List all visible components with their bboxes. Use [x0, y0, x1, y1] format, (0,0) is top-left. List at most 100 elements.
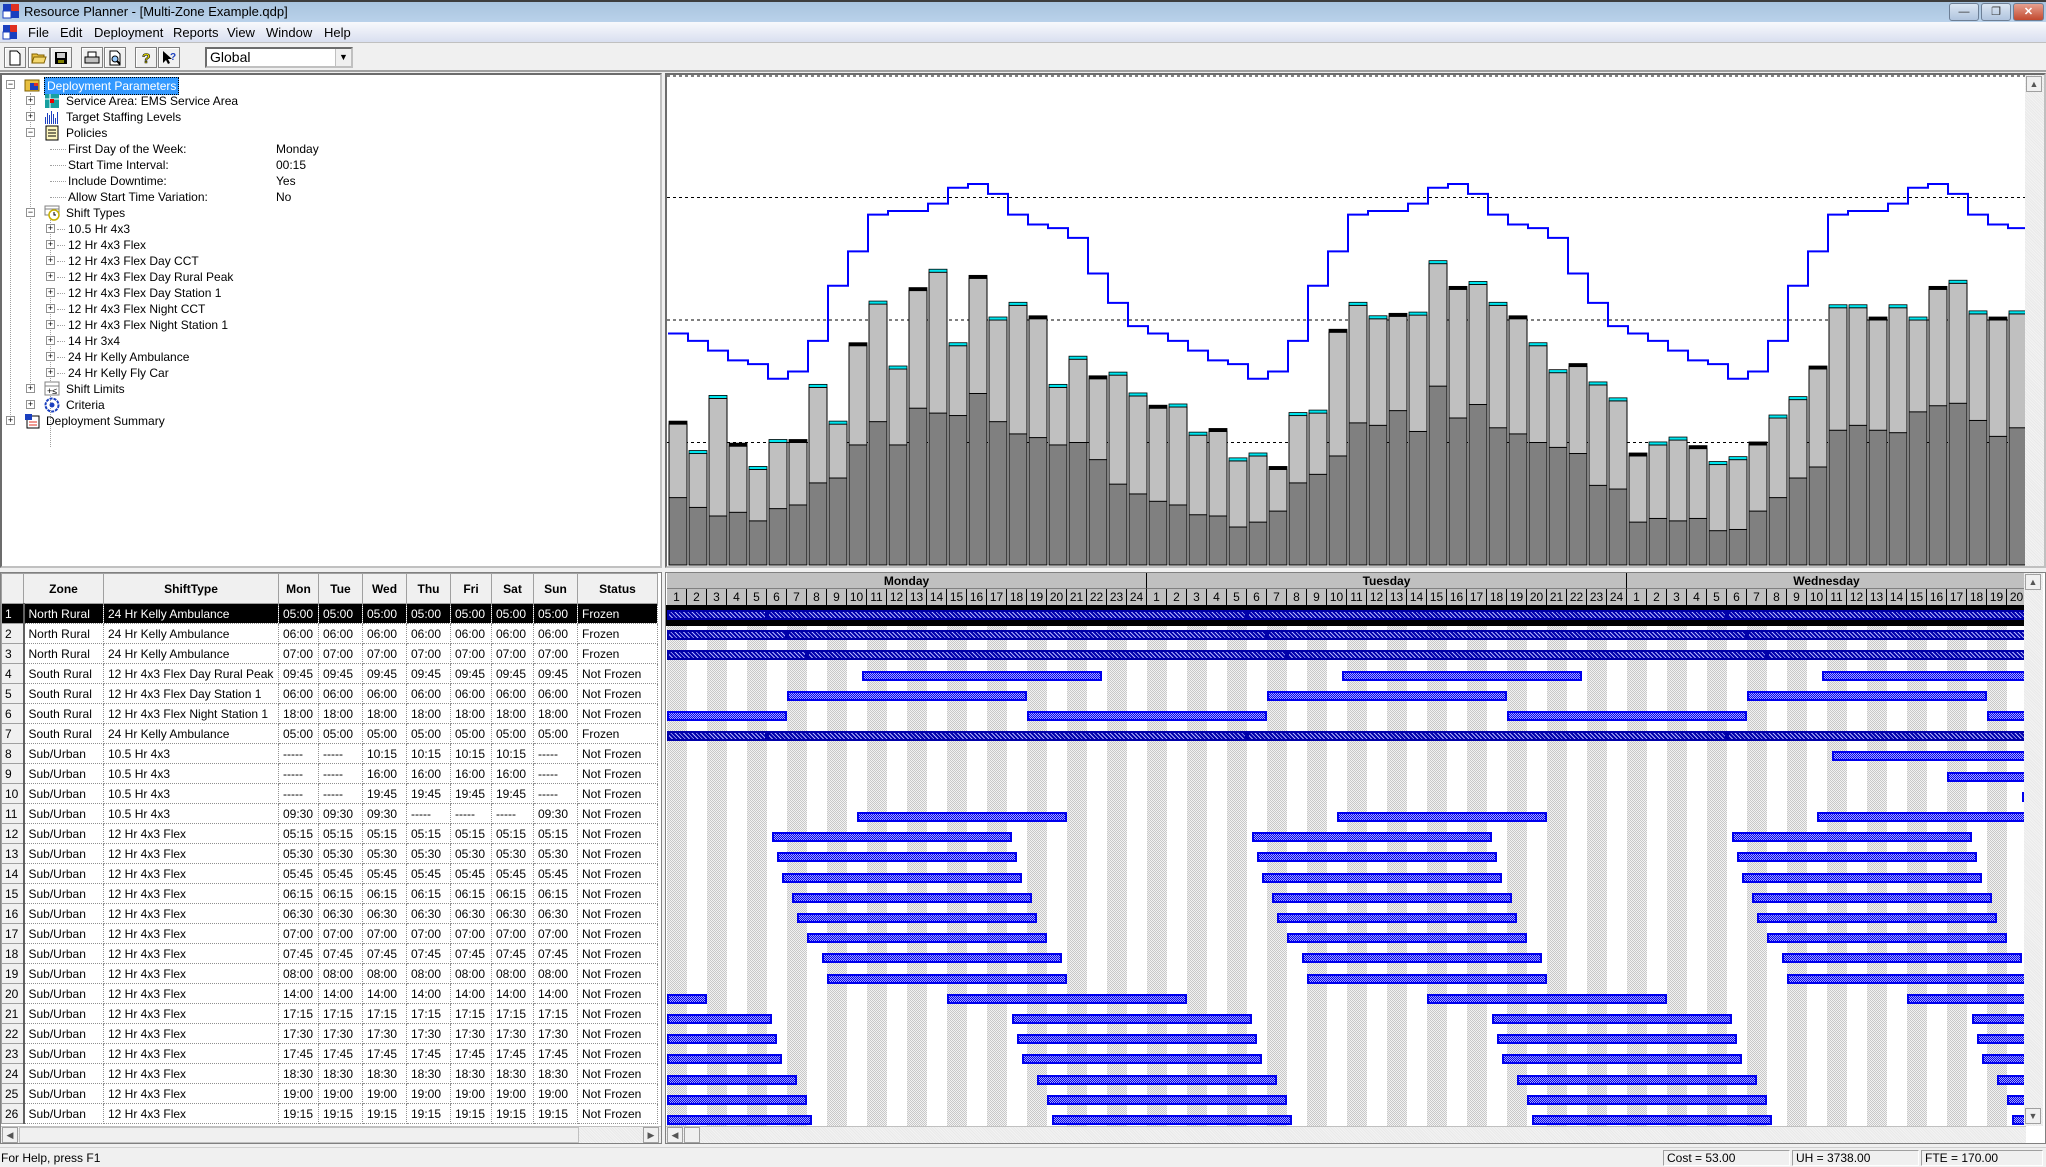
- cell-shifttype[interactable]: 12 Hr 4x3 Flex Day Rural Peak: [103, 663, 279, 684]
- expand-icon[interactable]: +: [26, 96, 35, 105]
- cell-start-time[interactable]: 17:15: [278, 1003, 319, 1024]
- tree-label[interactable]: 12 Hr 4x3 Flex Day Rural Peak: [68, 269, 233, 285]
- shift-bar[interactable]: [1822, 670, 2026, 681]
- cell-start-time[interactable]: 06:30: [491, 903, 534, 924]
- cell-shifttype[interactable]: 12 Hr 4x3 Flex: [103, 1083, 279, 1104]
- expand-icon[interactable]: +: [46, 272, 55, 281]
- cell-start-time[interactable]: 05:15: [278, 823, 319, 844]
- cell-start-time[interactable]: 05:00: [362, 723, 407, 744]
- cell-shifttype[interactable]: 12 Hr 4x3 Flex: [103, 883, 279, 904]
- expand-icon[interactable]: +: [26, 384, 35, 393]
- cell-start-time[interactable]: 17:30: [362, 1023, 407, 1044]
- row-number[interactable]: 20: [1, 983, 25, 1004]
- cell-start-time[interactable]: 05:30: [362, 843, 407, 864]
- cell-shifttype[interactable]: 12 Hr 4x3 Flex: [103, 1003, 279, 1024]
- cell-start-time[interactable]: 09:45: [318, 663, 363, 684]
- cell-status[interactable]: Not Frozen: [577, 763, 658, 784]
- cell-start-time[interactable]: 14:00: [278, 983, 319, 1004]
- row-number[interactable]: 7: [1, 723, 25, 744]
- row-number[interactable]: 5: [1, 683, 25, 704]
- menu-deployment[interactable]: Deployment: [94, 25, 163, 40]
- print-button[interactable]: [81, 47, 103, 68]
- shift-bar[interactable]: [667, 1115, 812, 1125]
- cell-start-time[interactable]: 06:30: [406, 903, 451, 924]
- cell-start-time[interactable]: 18:30: [533, 1063, 578, 1084]
- cell-start-time[interactable]: -----: [318, 743, 363, 764]
- cell-start-time[interactable]: 05:30: [278, 843, 319, 864]
- cell-shifttype[interactable]: 12 Hr 4x3 Flex: [103, 1043, 279, 1064]
- shift-bar[interactable]: [1267, 690, 1507, 701]
- shift-bar[interactable]: [667, 1054, 782, 1065]
- row-number[interactable]: 21: [1, 1003, 25, 1024]
- row-number[interactable]: 3: [1, 643, 25, 664]
- collapse-icon[interactable]: −: [26, 128, 35, 137]
- table-row[interactable]: 15 Sub/Urban 12 Hr 4x3 Flex 06:15 06:15 06:15…: [1, 883, 658, 904]
- cell-start-time[interactable]: 06:30: [362, 903, 407, 924]
- shift-bar[interactable]: [1277, 913, 1517, 923]
- cell-start-time[interactable]: 17:30: [491, 1023, 534, 1044]
- expand-icon[interactable]: +: [46, 224, 55, 233]
- shift-bar[interactable]: [1257, 852, 1497, 863]
- menu-window[interactable]: Window: [266, 25, 312, 40]
- expand-icon[interactable]: +: [46, 256, 55, 265]
- shift-bar[interactable]: [947, 993, 1187, 1004]
- policy-include-downtime[interactable]: Include Downtime: Yes: [50, 173, 350, 189]
- shift-bar[interactable]: [1747, 690, 1987, 701]
- cell-start-time[interactable]: 07:00: [450, 923, 492, 944]
- cell-start-time[interactable]: -----: [406, 803, 451, 824]
- tree-label[interactable]: Policies: [64, 125, 109, 141]
- cell-status[interactable]: Frozen: [577, 643, 658, 664]
- table-row[interactable]: 26 Sub/Urban 12 Hr 4x3 Flex 19:15 19:15 19:15…: [1, 1103, 658, 1124]
- row-number[interactable]: 22: [1, 1023, 25, 1044]
- table-row[interactable]: 3 North Rural 24 Hr Kelly Ambulance 07:00 07…: [1, 643, 658, 664]
- column-header-status[interactable]: Status: [577, 573, 658, 604]
- shift-bar[interactable]: [807, 933, 1047, 944]
- cell-start-time[interactable]: 18:00: [318, 703, 363, 724]
- cell-start-time[interactable]: 05:45: [491, 863, 534, 884]
- grid-horizontal-scrollbar[interactable]: ◀ ▶: [1, 1126, 661, 1143]
- table-row[interactable]: 4 South Rural 12 Hr 4x3 Flex Day Rural Pea…: [1, 663, 658, 684]
- cell-zone[interactable]: Sub/Urban: [23, 1083, 104, 1104]
- cell-zone[interactable]: Sub/Urban: [23, 843, 104, 864]
- cell-zone[interactable]: Sub/Urban: [23, 1063, 104, 1084]
- table-row[interactable]: 23 Sub/Urban 12 Hr 4x3 Flex 17:45 17:45 17:45…: [1, 1043, 658, 1064]
- cell-shifttype[interactable]: 12 Hr 4x3 Flex: [103, 863, 279, 884]
- cell-status[interactable]: Not Frozen: [577, 983, 658, 1004]
- cell-start-time[interactable]: 19:15: [278, 1103, 319, 1124]
- shift-bar[interactable]: [767, 610, 1247, 620]
- cell-start-time[interactable]: 07:00: [318, 643, 363, 664]
- cell-start-time[interactable]: 06:15: [318, 883, 363, 904]
- cell-start-time[interactable]: 19:00: [406, 1083, 451, 1104]
- row-number[interactable]: 16: [1, 903, 25, 924]
- shift-bar[interactable]: [1507, 711, 1747, 721]
- cell-start-time[interactable]: 17:45: [533, 1043, 578, 1064]
- cell-start-time[interactable]: 09:45: [491, 663, 534, 684]
- shift-bar[interactable]: [1747, 630, 2026, 641]
- cell-start-time[interactable]: 17:45: [450, 1043, 492, 1064]
- cell-start-time[interactable]: 19:45: [491, 783, 534, 804]
- menu-reports[interactable]: Reports: [173, 25, 219, 40]
- cell-status[interactable]: Not Frozen: [577, 903, 658, 924]
- shift-bar[interactable]: [1972, 1014, 2026, 1024]
- tree-label[interactable]: 12 Hr 4x3 Flex Night Station 1: [68, 317, 228, 333]
- cell-start-time[interactable]: -----: [278, 743, 319, 764]
- menu-view[interactable]: View: [227, 25, 255, 40]
- cell-zone[interactable]: North Rural: [23, 643, 104, 664]
- zone-select[interactable]: Global ▼: [205, 47, 353, 68]
- shift-bar[interactable]: [667, 1094, 807, 1105]
- expand-icon[interactable]: +: [46, 368, 55, 377]
- cell-start-time[interactable]: 19:15: [406, 1103, 451, 1124]
- cell-start-time[interactable]: 19:45: [362, 783, 407, 804]
- cell-status[interactable]: Not Frozen: [577, 963, 658, 984]
- cell-start-time[interactable]: 17:15: [450, 1003, 492, 1024]
- table-row[interactable]: 16 Sub/Urban 12 Hr 4x3 Flex 06:30 06:30 06:30…: [1, 903, 658, 924]
- cell-start-time[interactable]: 07:00: [406, 923, 451, 944]
- new-button[interactable]: [4, 47, 26, 68]
- deployment-tree[interactable]: − Deployment Parameters + Service Area: …: [0, 73, 662, 568]
- shift-bar[interactable]: [667, 731, 767, 742]
- cell-start-time[interactable]: 05:30: [406, 843, 451, 864]
- cell-start-time[interactable]: -----: [318, 783, 363, 804]
- cell-status[interactable]: Not Frozen: [577, 923, 658, 944]
- cell-start-time[interactable]: 05:00: [406, 723, 451, 744]
- cell-status[interactable]: Not Frozen: [577, 883, 658, 904]
